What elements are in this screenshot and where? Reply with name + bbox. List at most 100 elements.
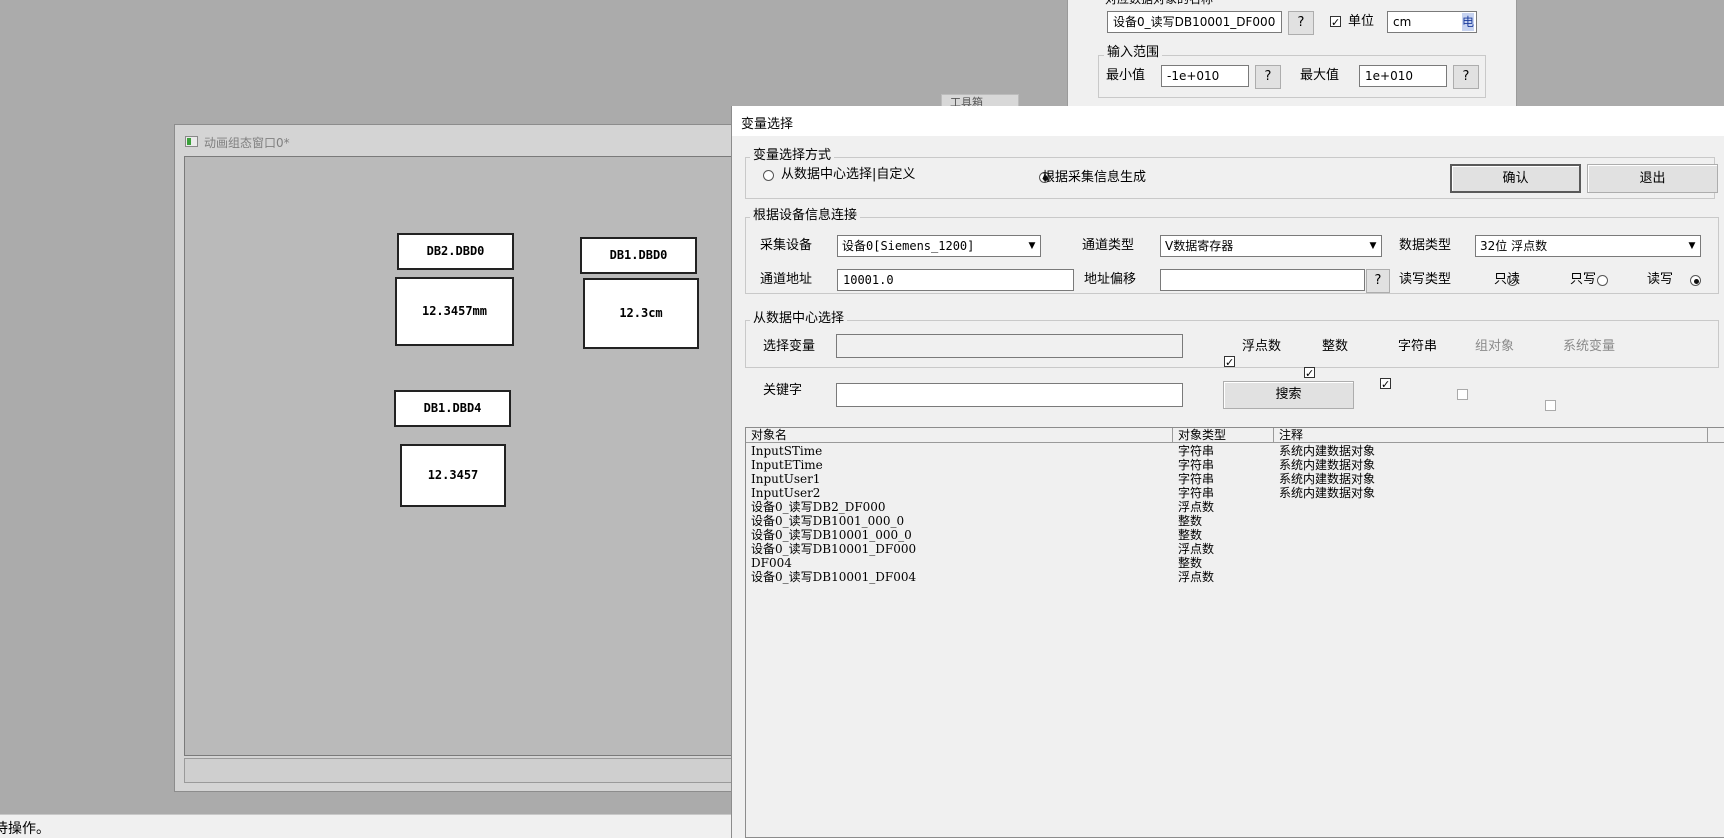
filter-int-label[interactable]: 整数: [1322, 336, 1348, 358]
filter-int-checkbox[interactable]: ✓: [1304, 367, 1315, 379]
min-label: 最小值: [1106, 68, 1146, 83]
channel-type-combo[interactable]: V数据寄存器 ▼: [1160, 235, 1382, 257]
data-type-label: 数据类型: [1399, 238, 1452, 253]
data-type-value: 32位 浮点数: [1480, 239, 1548, 253]
dialog-title: 变量选择: [741, 117, 794, 132]
address-label: 通道地址: [760, 272, 813, 287]
column-divider: [1273, 428, 1274, 443]
variable-select-dialog: 变量选择 变量选择方式 从数据中心选择|自定义 根据采集信息生成 确认 退出 根…: [731, 106, 1724, 838]
row-type: 字符串: [1178, 458, 1215, 472]
table-row[interactable]: 设备0_读写DB10001_000_0 整数: [746, 529, 1724, 543]
table-row[interactable]: DF004 整数: [746, 557, 1724, 571]
filter-string-checkbox[interactable]: ✓: [1380, 378, 1391, 390]
label-box-db2-dbd0[interactable]: DB2.DBD0: [397, 233, 514, 270]
unit-picker-icon[interactable]: 电: [1461, 13, 1474, 31]
address-field[interactable]: 10001.0: [837, 269, 1074, 291]
offset-help-button[interactable]: ?: [1366, 269, 1390, 293]
row-type: 浮点数: [1178, 570, 1215, 584]
props-section-label: 对应数据对象的名称: [1105, 0, 1213, 10]
row-type: 浮点数: [1178, 542, 1215, 556]
mode-datacenter-radio[interactable]: [763, 170, 774, 181]
row-type: 字符串: [1178, 444, 1215, 458]
filter-group-checkbox: [1457, 389, 1468, 400]
row-note: 系统内建数据对象: [1279, 486, 1376, 500]
animation-window-scrollbar[interactable]: [184, 758, 736, 783]
row-type: 字符串: [1178, 472, 1215, 486]
animation-window: 动画组态窗口0* DB2.DBD0 DB1.DBD0 12.3457mm 12.…: [174, 124, 736, 792]
mode-collect-label[interactable]: 根据采集信息生成: [1042, 167, 1146, 189]
filter-string-label[interactable]: 字符串: [1398, 336, 1437, 358]
filter-system-label: 系统变量: [1563, 339, 1616, 354]
row-type: 浮点数: [1178, 500, 1215, 514]
input-range-label: 输入范围: [1104, 45, 1163, 61]
max-value-field[interactable]: 1e+010: [1359, 65, 1447, 87]
table-row[interactable]: InputUser1 字符串 系统内建数据对象: [746, 473, 1724, 487]
row-type: 整数: [1178, 514, 1203, 528]
row-name: 设备0_读写DB10001_DF000: [751, 542, 917, 556]
search-button[interactable]: 搜索: [1223, 381, 1354, 409]
value-box-db1-dbd4[interactable]: 12.3457: [400, 444, 506, 507]
min-help-button[interactable]: ?: [1255, 65, 1281, 89]
column-header-name[interactable]: 对象名: [751, 429, 1171, 442]
row-name: InputUser1: [751, 472, 821, 486]
table-row[interactable]: InputUser2 字符串 系统内建数据对象: [746, 487, 1724, 501]
animation-window-title: 动画组态窗口0*: [204, 136, 290, 150]
label-box-db1-dbd0[interactable]: DB1.DBD0: [580, 237, 697, 274]
table-row[interactable]: 设备0_读写DB2_DF000 浮点数: [746, 501, 1724, 515]
filter-system-checkbox: [1545, 400, 1556, 411]
mode-group-label: 变量选择方式: [750, 148, 835, 164]
rw-type-label: 读写类型: [1399, 272, 1452, 287]
data-type-combo[interactable]: 32位 浮点数 ▼: [1475, 235, 1701, 257]
table-row[interactable]: 设备0_读写DB10001_DF004 浮点数: [746, 571, 1724, 585]
value-box-db1-dbd0[interactable]: 12.3cm: [583, 278, 699, 349]
device-dropdown-icon[interactable]: ▼: [1024, 236, 1040, 256]
dialog-titlebar[interactable]: 变量选择: [732, 106, 1724, 136]
column-divider: [1707, 428, 1708, 443]
channel-type-dropdown-icon[interactable]: ▼: [1365, 236, 1381, 256]
column-header-type[interactable]: 对象类型: [1178, 429, 1226, 442]
row-name: InputSTime: [751, 444, 823, 458]
exit-button[interactable]: 退出: [1587, 164, 1718, 193]
row-note: 系统内建数据对象: [1279, 458, 1376, 472]
device-label: 采集设备: [760, 238, 813, 253]
mode-datacenter-label[interactable]: 从数据中心选择|自定义: [781, 164, 915, 186]
row-note: 系统内建数据对象: [1279, 472, 1376, 486]
column-header-note[interactable]: 注释: [1279, 429, 1303, 442]
device-combo[interactable]: 设备0[Siemens_1200] ▼: [837, 235, 1041, 257]
unit-checkbox[interactable]: ✓: [1330, 16, 1341, 28]
rw-read-label[interactable]: 只读: [1494, 269, 1520, 291]
row-type: 整数: [1178, 528, 1203, 542]
object-list[interactable]: 对象名 对象类型 注释 InputSTime 字符串 系统内建数据对象 Inpu…: [745, 427, 1724, 838]
status-text: 待操作。: [0, 821, 50, 837]
row-type: 整数: [1178, 556, 1203, 570]
filter-float-checkbox[interactable]: ✓: [1224, 356, 1235, 368]
row-name: 设备0_读写DB10001_000_0: [751, 528, 912, 542]
table-row[interactable]: 设备0_读写DB10001_DF000 浮点数: [746, 543, 1724, 557]
row-type: 字符串: [1178, 486, 1215, 500]
rw-write-label[interactable]: 只写: [1570, 269, 1596, 291]
table-row[interactable]: InputSTime 字符串 系统内建数据对象: [746, 445, 1724, 459]
rw-readwrite-label[interactable]: 读写: [1647, 269, 1673, 291]
keyword-input[interactable]: [836, 383, 1183, 407]
object-name-field[interactable]: 设备0_读写DB10001_DF000: [1107, 11, 1282, 33]
data-type-dropdown-icon[interactable]: ▼: [1684, 236, 1700, 256]
filter-group-label: 组对象: [1475, 339, 1515, 354]
confirm-button[interactable]: 确认: [1450, 164, 1581, 193]
offset-field[interactable]: [1160, 269, 1365, 291]
max-help-button[interactable]: ?: [1453, 65, 1479, 89]
rw-readwrite-radio[interactable]: [1689, 275, 1701, 286]
label-box-db1-dbd4[interactable]: DB1.DBD4: [394, 390, 511, 427]
unit-field[interactable]: cm 电: [1387, 11, 1477, 33]
max-label: 最大值: [1300, 68, 1340, 83]
value-box-db2-dbd0[interactable]: 12.3457mm: [395, 277, 514, 346]
min-value-field[interactable]: -1e+010: [1161, 65, 1249, 87]
filter-float-label[interactable]: 浮点数: [1242, 336, 1281, 358]
table-row[interactable]: InputETime 字符串 系统内建数据对象: [746, 459, 1724, 473]
table-row[interactable]: 设备0_读写DB1001_000_0 整数: [746, 515, 1724, 529]
list-header: 对象名 对象类型 注释: [746, 428, 1724, 443]
properties-dialog: 对应数据对象的名称 设备0_读写DB10001_DF000 ? ✓ 单位 cm …: [1067, 0, 1517, 108]
animation-canvas[interactable]: DB2.DBD0 DB1.DBD0 12.3457mm 12.3cm DB1.D…: [184, 156, 736, 756]
object-name-help-button[interactable]: ?: [1288, 11, 1314, 35]
offset-label: 地址偏移: [1084, 272, 1137, 287]
row-name: 设备0_读写DB1001_000_0: [751, 514, 905, 528]
